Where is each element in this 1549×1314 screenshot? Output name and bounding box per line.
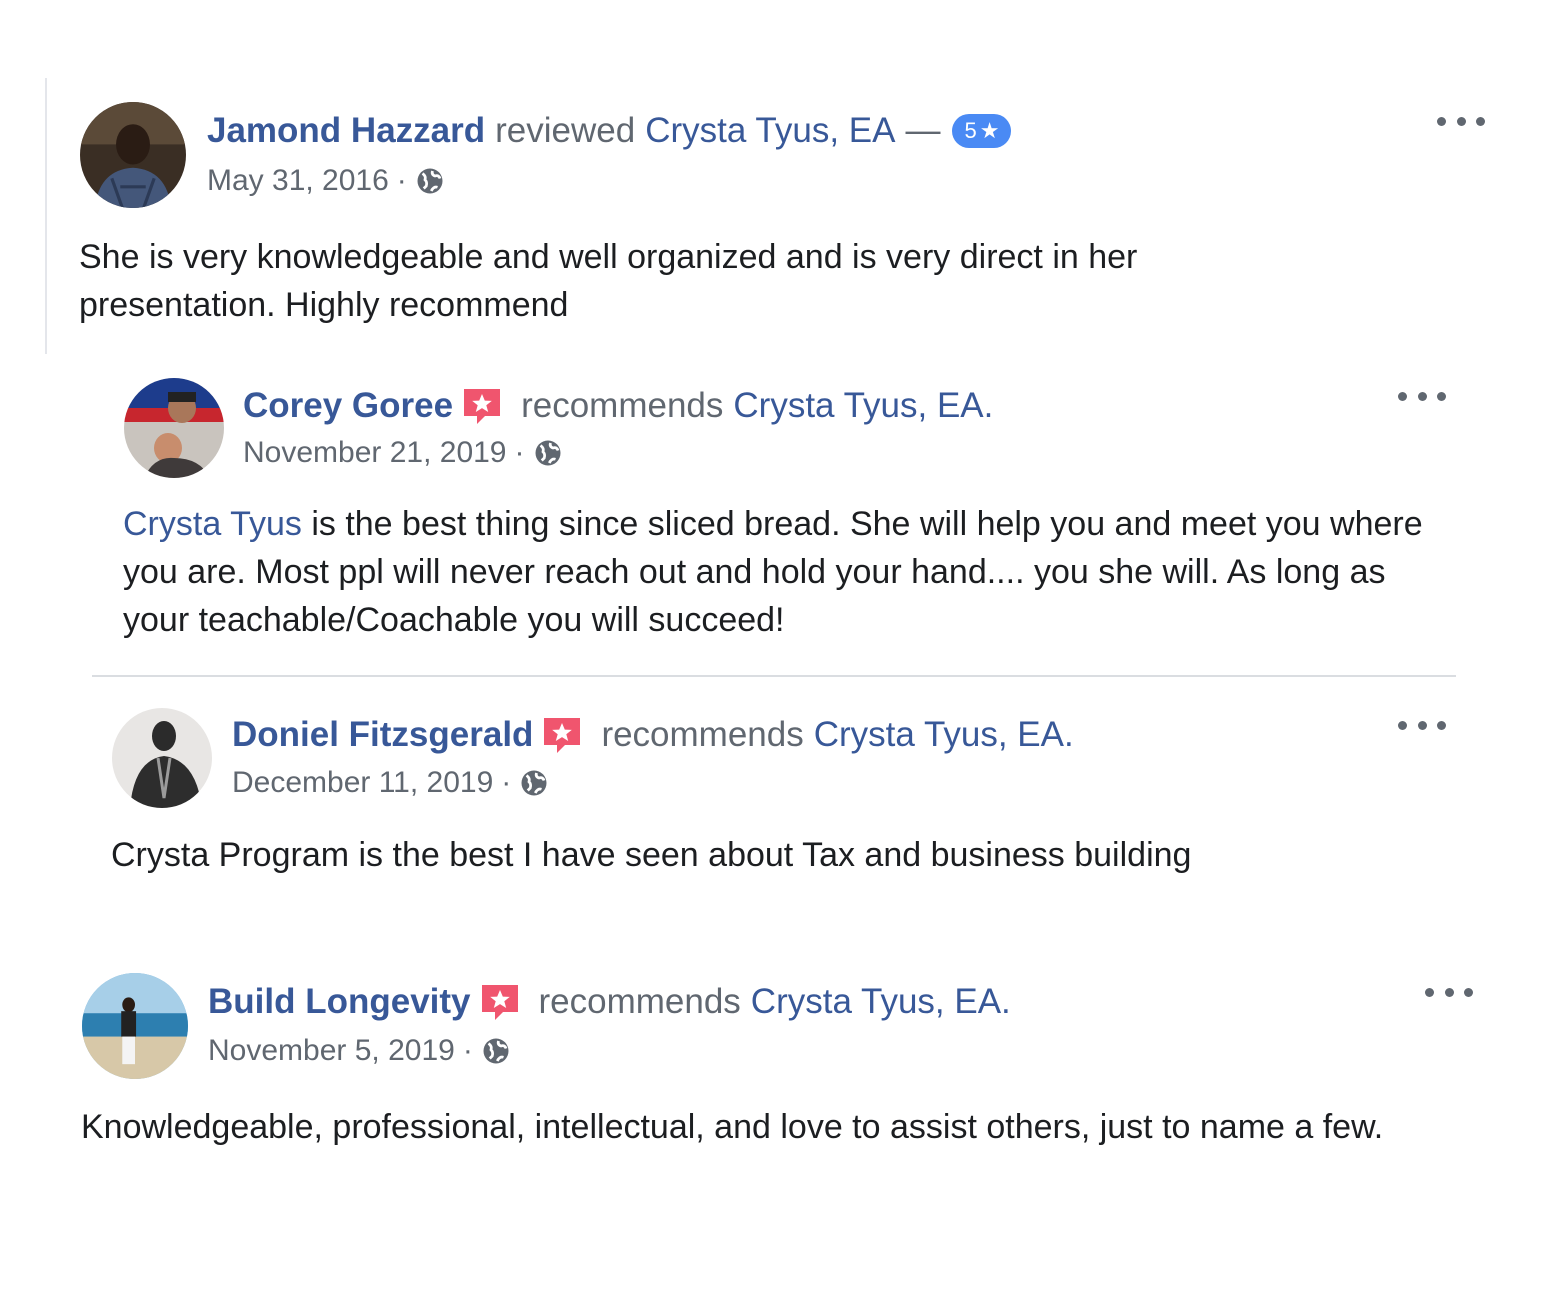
meta-separator: · bbox=[462, 1034, 473, 1067]
globe-icon bbox=[533, 438, 563, 468]
more-options-button[interactable] bbox=[1398, 386, 1446, 406]
action-verb: recommends bbox=[538, 982, 741, 1021]
globe-icon bbox=[519, 768, 549, 798]
dot bbox=[1444, 987, 1454, 997]
meta-separator: · bbox=[396, 164, 407, 197]
review-body: Crysta Tyus is the best thing since slic… bbox=[123, 500, 1423, 644]
avatar[interactable] bbox=[112, 708, 212, 808]
more-options-button[interactable] bbox=[1437, 111, 1485, 131]
dot bbox=[1437, 720, 1446, 730]
review-date[interactable]: December 11, 2019 bbox=[232, 765, 493, 801]
dot bbox=[1456, 116, 1466, 126]
more-options-button[interactable] bbox=[1425, 982, 1473, 1002]
rating-value: 5 bbox=[964, 118, 977, 143]
dot bbox=[1398, 391, 1407, 401]
action-verb: recommends bbox=[601, 715, 804, 754]
page-link[interactable]: Crysta Tyus, EA. bbox=[814, 715, 1074, 755]
review-body: Knowledgeable, professional, intellectua… bbox=[81, 1108, 1384, 1146]
avatar-photo bbox=[82, 973, 188, 1079]
reviewer-name[interactable]: Corey Goree bbox=[243, 386, 453, 426]
avatar-photo bbox=[124, 378, 224, 478]
review-body: She is very knowledgeable and well organ… bbox=[79, 238, 1138, 324]
mention-link[interactable]: Crysta Tyus bbox=[123, 505, 302, 543]
dot bbox=[1464, 987, 1473, 997]
page-link[interactable]: Crysta Tyus, EA bbox=[645, 111, 895, 151]
dot bbox=[1398, 720, 1407, 730]
meta-separator: · bbox=[501, 766, 512, 799]
dot bbox=[1437, 116, 1446, 126]
divider bbox=[92, 675, 1456, 677]
thread-rule bbox=[45, 78, 47, 354]
globe-icon bbox=[415, 166, 445, 196]
avatar-photo bbox=[80, 102, 186, 208]
dot bbox=[1425, 987, 1434, 997]
recommend-icon bbox=[541, 715, 583, 755]
review-date[interactable]: May 31, 2016 bbox=[207, 163, 389, 199]
recommend-icon bbox=[479, 982, 521, 1022]
review-date[interactable]: November 5, 2019 bbox=[208, 1033, 455, 1069]
review-date[interactable]: November 21, 2019 bbox=[243, 435, 507, 471]
more-options-button[interactable] bbox=[1398, 715, 1446, 735]
avatar-photo bbox=[112, 708, 212, 808]
reviewer-name[interactable]: Jamond Hazzard bbox=[207, 111, 485, 151]
page-link[interactable]: Crysta Tyus, EA. bbox=[733, 386, 993, 426]
dot bbox=[1417, 391, 1427, 401]
reviewer-name[interactable]: Doniel Fitzsgerald bbox=[232, 715, 533, 755]
recommend-icon bbox=[461, 386, 503, 426]
review-body: Crysta Program is the best I have seen a… bbox=[111, 836, 1192, 874]
dot bbox=[1476, 116, 1485, 126]
rating-badge: 5 ★ bbox=[952, 114, 1012, 148]
reviewer-name[interactable]: Build Longevity bbox=[208, 982, 471, 1022]
globe-icon bbox=[481, 1036, 511, 1066]
action-verb: reviewed bbox=[495, 111, 636, 150]
avatar[interactable] bbox=[82, 973, 188, 1079]
action-verb: recommends bbox=[521, 386, 724, 425]
dot bbox=[1437, 391, 1446, 401]
review-body-text: is the best thing since sliced bread. Sh… bbox=[123, 505, 1423, 639]
dot bbox=[1417, 720, 1427, 730]
separator-dash: — bbox=[905, 111, 941, 150]
avatar[interactable] bbox=[124, 378, 224, 478]
star-icon: ★ bbox=[979, 118, 1000, 143]
meta-separator: · bbox=[514, 436, 525, 469]
page-link[interactable]: Crysta Tyus, EA. bbox=[751, 982, 1011, 1022]
avatar[interactable] bbox=[80, 102, 186, 208]
